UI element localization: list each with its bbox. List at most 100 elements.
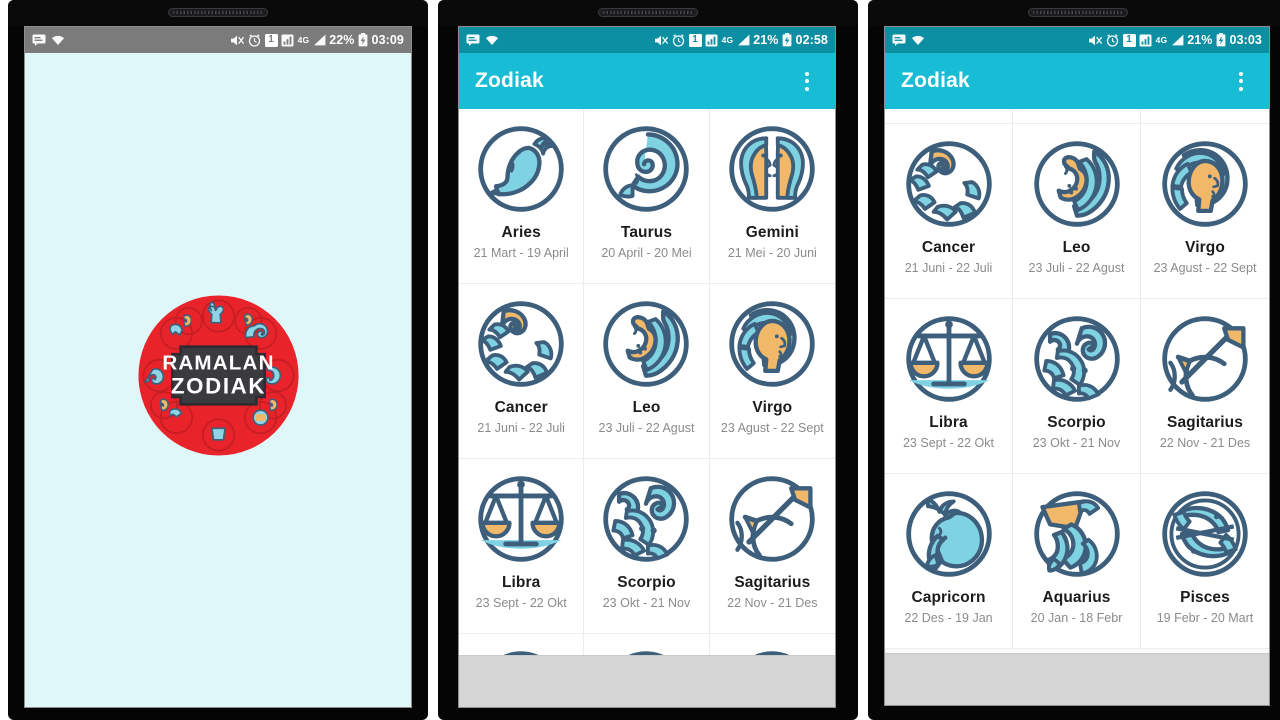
status-bar: 1 4G 22% 03:09 <box>25 27 411 53</box>
phone-screen-list-top: 1 4G 21% 02:58 Zodiak Aries 21 Mart - 19… <box>458 26 836 708</box>
alarm-icon <box>1106 33 1119 48</box>
wifi-icon <box>911 33 925 48</box>
system-navigation-bar[interactable] <box>885 653 1269 705</box>
earpiece-speaker <box>598 8 698 17</box>
zodiac-card-aries[interactable]: Aries21 Mart - 19 April <box>885 109 1013 124</box>
overflow-menu-icon[interactable] <box>795 65 819 97</box>
zodiac-name: Leo <box>1062 239 1091 256</box>
sim-1-icon: 1 <box>1122 33 1136 47</box>
battery-charging-icon <box>782 33 792 48</box>
signal-bars-icon <box>1139 33 1152 48</box>
zodiac-card-pisces[interactable]: Pisces19 Febr - 20 Mart <box>1141 474 1269 649</box>
zodiac-name: Taurus <box>620 224 673 241</box>
zodiac-card-libra[interactable]: Libra 23 Sept - 22 Okt <box>885 299 1013 474</box>
cancer-crab-icon <box>901 136 997 232</box>
zodiac-date-range: 22 Des - 19 Jan <box>904 611 993 625</box>
virgo-maiden-icon <box>724 296 820 392</box>
zodiac-card-virgo[interactable]: Virgo 23 Agust - 22 Sept <box>1141 124 1269 299</box>
app-title: Zodiak <box>901 69 970 92</box>
overflow-menu-icon[interactable] <box>1229 65 1253 97</box>
vibrate-mute-icon <box>654 33 669 48</box>
zodiac-name: Aquarius <box>1042 589 1111 606</box>
zodiac-name: Cancer <box>494 399 548 416</box>
splash-screen: RAMALAN ZODIAK <box>25 53 411 707</box>
capricorn-goat-icon <box>901 486 997 582</box>
app-bar: Zodiak <box>459 53 835 109</box>
zodiac-name: Scorpio <box>1047 414 1106 431</box>
zodiac-date-range: 23 Juli - 22 Agust <box>598 421 695 435</box>
logo-line1: RAMALAN <box>162 351 274 374</box>
app-bar: Zodiak <box>885 53 1269 109</box>
zodiac-grid-scroll[interactable]: Aries21 Mart - 19 April Taurus 20 April - … <box>459 109 835 655</box>
zodiac-card-cancer[interactable]: Cancer 21 Juni - 22 Juli <box>885 124 1013 299</box>
libra-scales-icon <box>473 471 569 567</box>
zodiac-name: Libra <box>501 574 541 591</box>
capricorn-goat-icon <box>473 646 569 655</box>
sms-icon <box>32 33 46 48</box>
zodiac-card-virgo[interactable]: Virgo 23 Agust - 22 Sept <box>709 284 835 459</box>
gemini-twins-icon <box>724 121 820 217</box>
zodiac-card-taurus[interactable]: Taurus 20 April - 20 Mei <box>584 109 710 284</box>
zodiac-card-scorpio[interactable]: Scorpio 23 Okt - 21 Nov <box>1013 299 1141 474</box>
zodiac-card-gemini[interactable]: Gemini21 Mei - 20 Juni <box>709 109 835 284</box>
zodiac-name: Libra <box>929 414 968 431</box>
zodiac-card-pisces[interactable]: Pisces19 Febr - 20 Mart <box>709 634 835 655</box>
zodiac-card-aries[interactable]: Aries21 Mart - 19 April <box>459 109 585 284</box>
phone-bezel-top <box>438 0 858 26</box>
4g-icon: 4G <box>297 34 310 45</box>
zodiac-card-sagitarius[interactable]: Sagitarius 22 Nov - 21 Des <box>709 459 835 634</box>
zodiac-date-range: 22 Nov - 21 Des <box>727 596 818 610</box>
zodiac-grid: Aries21 Mart - 19 AprilTaurus20 April - … <box>885 109 1269 649</box>
wifi-icon <box>51 33 65 48</box>
zodiac-card-cancer[interactable]: Cancer 21 Juni - 22 Juli <box>459 284 585 459</box>
zodiac-date-range: 19 Febr - 20 Mart <box>1156 611 1254 625</box>
app-logo: RAMALAN ZODIAK <box>136 293 301 458</box>
phone-screen-splash: 1 4G 22% 03:09 RAMALAN ZODIAK <box>24 26 412 708</box>
sms-icon <box>892 33 906 48</box>
sim-1-icon: 1 <box>688 33 702 47</box>
zodiac-date-range: 23 Okt - 21 Nov <box>602 596 691 610</box>
clock-label: 02:58 <box>795 33 828 47</box>
zodiac-name: Aries <box>501 224 541 241</box>
battery-percent-label: 21% <box>1187 33 1213 47</box>
phone-bezel-top <box>8 0 428 26</box>
zodiac-date-range: 22 Nov - 21 Des <box>1159 436 1251 450</box>
earpiece-speaker <box>1028 8 1128 17</box>
zodiac-date-range: 23 Agust - 22 Sept <box>720 421 824 435</box>
zodiac-grid-scroll[interactable]: Aries21 Mart - 19 AprilTaurus20 April - … <box>885 109 1269 653</box>
zodiac-card-aquarius[interactable]: Aquarius20 Jan - 18 Febr <box>584 634 710 655</box>
libra-scales-icon <box>901 311 997 407</box>
zodiac-card-aquarius[interactable]: Aquarius20 Jan - 18 Febr <box>1013 474 1141 649</box>
aquarius-pitcher-icon <box>1029 486 1125 582</box>
battery-charging-icon <box>358 33 368 48</box>
zodiac-card-scorpio[interactable]: Scorpio 23 Okt - 21 Nov <box>584 459 710 634</box>
zodiac-card-taurus[interactable]: Taurus20 April - 20 Mei <box>1013 109 1141 124</box>
battery-charging-icon <box>1216 33 1226 48</box>
zodiac-card-gemini[interactable]: Gemini21 Mei - 20 Juni <box>1141 109 1269 124</box>
zodiac-card-leo[interactable]: Leo 23 Juli - 22 Agust <box>584 284 710 459</box>
signal-strength-icon <box>313 33 326 48</box>
zodiac-card-leo[interactable]: Leo 23 Juli - 22 Agust <box>1013 124 1141 299</box>
zodiac-date-range: 21 Juni - 22 Juli <box>477 421 565 435</box>
phone-device-splash: 1 4G 22% 03:09 RAMALAN ZODIAK <box>8 0 428 720</box>
zodiac-name: Leo <box>632 399 661 416</box>
wifi-icon <box>485 33 499 48</box>
aries-ram-icon <box>473 121 569 217</box>
zodiac-card-capricorn[interactable]: Capricorn22 Des - 19 Jan <box>885 474 1013 649</box>
phone-bezel-top <box>868 0 1280 26</box>
sim-1-icon: 1 <box>264 33 278 47</box>
aquarius-pitcher-icon <box>598 646 694 655</box>
zodiac-card-capricorn[interactable]: Capricorn22 Des - 19 Jan <box>459 634 585 655</box>
leo-lion-icon <box>1029 136 1125 232</box>
alarm-icon <box>248 33 261 48</box>
zodiac-card-libra[interactable]: Libra 23 Sept - 22 Okt <box>459 459 585 634</box>
zodiac-date-range: 21 Juni - 22 Juli <box>904 261 993 275</box>
zodiac-date-range: 23 Okt - 21 Nov <box>1032 436 1121 450</box>
signal-bars-icon <box>281 33 294 48</box>
sms-icon <box>466 33 480 48</box>
system-navigation-bar[interactable] <box>459 655 835 707</box>
clock-label: 03:09 <box>371 33 404 47</box>
signal-bars-icon <box>705 33 718 48</box>
zodiac-date-range: 20 April - 20 Mei <box>601 246 692 260</box>
zodiac-card-sagitarius[interactable]: Sagitarius 22 Nov - 21 Des <box>1141 299 1269 474</box>
